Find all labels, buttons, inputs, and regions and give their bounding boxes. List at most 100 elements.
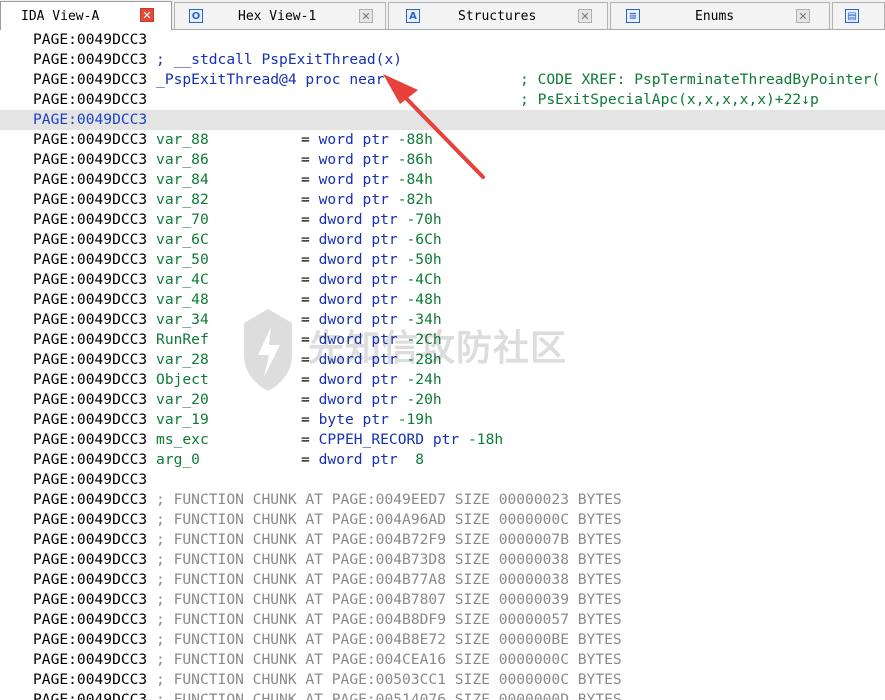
listing-line[interactable]: PAGE:0049DCC3 ; FUNCTION CHUNK AT PAGE:0… [33, 630, 622, 650]
equals-sign: = [301, 331, 310, 348]
var-offset: 8 [406, 451, 425, 468]
listing-line[interactable]: PAGE:0049DCC3 ; FUNCTION CHUNK AT PAGE:0… [33, 530, 622, 550]
stack-var-name[interactable]: Object [156, 370, 301, 390]
function-chunk-comment[interactable]: ; FUNCTION CHUNK AT PAGE:00503CC1 SIZE 0… [156, 671, 622, 688]
function-chunk-comment[interactable]: ; FUNCTION CHUNK AT PAGE:004CEA16 SIZE 0… [156, 651, 622, 668]
var-offset: -24h [406, 371, 442, 388]
stack-var-name[interactable]: var_86 [156, 150, 301, 170]
function-chunk-comment[interactable]: ; FUNCTION CHUNK AT PAGE:004B8DF9 SIZE 0… [156, 611, 622, 628]
address: PAGE:0049DCC3 [33, 511, 148, 528]
hex-view-icon: O [189, 9, 203, 23]
listing-line[interactable]: PAGE:0049DCC3 var_4C = dword ptr -4Ch [33, 270, 442, 290]
listing-line[interactable]: PAGE:0049DCC3 var_86 = word ptr -86h [33, 150, 433, 170]
proc-label[interactable]: _PspExitThread@4 proc near [156, 71, 384, 88]
xref-comment[interactable]: ; PsExitSpecialApc(x,x,x,x,x)+22↓p [520, 90, 819, 110]
listing-line[interactable]: PAGE:0049DCC3 var_6C = dword ptr -6Ch [33, 230, 442, 250]
function-chunk-comment[interactable]: ; FUNCTION CHUNK AT PAGE:004B73D8 SIZE 0… [156, 551, 622, 568]
listing-line[interactable]: PAGE:0049DCC3 var_50 = dword ptr -50h [33, 250, 442, 270]
stack-var-name[interactable]: var_82 [156, 190, 301, 210]
close-icon[interactable]: ✕ [578, 9, 592, 23]
listing-line[interactable]: PAGE:0049DCC3 var_84 = word ptr -84h [33, 170, 433, 190]
listing-line[interactable]: PAGE:0049DCC3 ms_exc = CPPEH_RECORD ptr -… [33, 430, 503, 450]
function-chunk-comment[interactable]: ; FUNCTION CHUNK AT PAGE:004B7807 SIZE 0… [156, 591, 622, 608]
listing-line[interactable]: PAGE:0049DCC3 var_34 = dword ptr -34h [33, 310, 442, 330]
listing-line[interactable]: PAGE:0049DCC3 ; FUNCTION CHUNK AT PAGE:0… [33, 670, 622, 690]
tab-more[interactable]: ▤ [832, 2, 885, 29]
var-offset: -28h [406, 351, 442, 368]
var-type: word ptr [318, 151, 389, 168]
tab-bar: IDA View-A ✕ O Hex View-1 ✕ A Structures… [0, 0, 885, 30]
listing-line[interactable]: PAGE:0049DCC3 var_48 = dword ptr -48h [33, 290, 442, 310]
stack-var-name[interactable]: var_50 [156, 250, 301, 270]
listing-line[interactable]: PAGE:0049DCC3 [33, 470, 147, 490]
address: PAGE:0049DCC3 [33, 391, 148, 408]
listing-line[interactable]: PAGE:0049DCC3 [33, 30, 147, 50]
listing-line[interactable]: PAGE:0049DCC3 var_82 = word ptr -82h [33, 190, 433, 210]
stack-var-name[interactable]: var_84 [156, 170, 301, 190]
listing-line[interactable]: PAGE:0049DCC3 var_20 = dword ptr -20h [33, 390, 442, 410]
listing-line[interactable]: PAGE:0049DCC3 RunRef = dword ptr -2Ch [33, 330, 442, 350]
stack-var-name[interactable]: var_70 [156, 210, 301, 230]
listing-line[interactable]: PAGE:0049DCC3 Object = dword ptr -24h [33, 370, 442, 390]
function-chunk-comment[interactable]: ; FUNCTION CHUNK AT PAGE:004B77A8 SIZE 0… [156, 571, 622, 588]
address: PAGE:0049DCC3 [33, 131, 148, 148]
listing-line[interactable]: PAGE:0049DCC3 ; PsExitSpecialApc(x,x,x,x,… [33, 90, 819, 110]
function-chunk-comment[interactable]: ; FUNCTION CHUNK AT PAGE:00514076 SIZE 0… [156, 691, 622, 700]
listing-line[interactable]: PAGE:0049DCC3 ; FUNCTION CHUNK AT PAGE:0… [33, 510, 622, 530]
close-icon[interactable]: ✕ [796, 9, 810, 23]
listing-line[interactable]: PAGE:0049DCC3 var_19 = byte ptr -19h [33, 410, 433, 430]
close-icon[interactable]: ✕ [140, 8, 154, 22]
listing-line[interactable]: PAGE:0049DCC3 ; FUNCTION CHUNK AT PAGE:0… [33, 610, 622, 630]
var-offset: -2Ch [406, 331, 442, 348]
equals-sign: = [301, 351, 310, 368]
var-type: dword ptr [318, 211, 398, 228]
listing-line[interactable]: PAGE:0049DCC3 _PspExitThread@4 proc near… [33, 70, 880, 90]
listing-line[interactable]: PAGE:0049DCC3 ; FUNCTION CHUNK AT PAGE:0… [33, 650, 622, 670]
stack-var-name[interactable]: var_4C [156, 270, 301, 290]
stack-var-name[interactable]: arg_0 [156, 450, 301, 470]
var-type: dword ptr [318, 351, 398, 368]
equals-sign: = [301, 371, 310, 388]
function-chunk-comment[interactable]: ; FUNCTION CHUNK AT PAGE:0049EED7 SIZE 0… [156, 491, 622, 508]
stack-var-name[interactable]: RunRef [156, 330, 301, 350]
address: PAGE:0049DCC3 [33, 571, 148, 588]
address: PAGE:0049DCC3 [33, 471, 148, 488]
tab-enums[interactable]: ≡ Enums ✕ [610, 2, 830, 29]
stack-var-name[interactable]: var_20 [156, 390, 301, 410]
xref-comment[interactable]: ; CODE XREF: PspTerminateThreadByPointer… [520, 70, 880, 90]
listing-line[interactable]: PAGE:0049DCC3 ; FUNCTION CHUNK AT PAGE:0… [33, 690, 622, 700]
function-chunk-comment[interactable]: ; FUNCTION CHUNK AT PAGE:004B72F9 SIZE 0… [156, 531, 622, 548]
listing-line[interactable]: PAGE:0049DCC3 ; FUNCTION CHUNK AT PAGE:0… [33, 570, 622, 590]
listing-line[interactable]: PAGE:0049DCC3 var_88 = word ptr -88h [33, 130, 433, 150]
listing-line[interactable]: PAGE:0049DCC3 ; FUNCTION CHUNK AT PAGE:0… [33, 550, 622, 570]
function-chunk-comment[interactable]: ; FUNCTION CHUNK AT PAGE:004B8E72 SIZE 0… [156, 631, 622, 648]
address: PAGE:0049DCC3 [33, 71, 148, 88]
stack-var-name[interactable]: var_6C [156, 230, 301, 250]
stack-var-name[interactable]: var_48 [156, 290, 301, 310]
address: PAGE:0049DCC3 [33, 31, 148, 48]
stack-var-name[interactable]: var_28 [156, 350, 301, 370]
listing-line[interactable]: PAGE:0049DCC3 ; __stdcall PspExitThread(… [33, 50, 402, 70]
listing-line[interactable]: PAGE:0049DCC3 ; FUNCTION CHUNK AT PAGE:0… [33, 490, 622, 510]
listing-line[interactable]: PAGE:0049DCC3 [0, 110, 885, 130]
listing-line[interactable]: PAGE:0049DCC3 ; FUNCTION CHUNK AT PAGE:0… [33, 590, 622, 610]
stack-var-name[interactable]: ms_exc [156, 430, 301, 450]
stack-var-name[interactable]: var_34 [156, 310, 301, 330]
tab-ida-view-a[interactable]: IDA View-A ✕ [0, 1, 172, 30]
var-type: dword ptr [318, 231, 398, 248]
stack-var-name[interactable]: var_19 [156, 410, 301, 430]
listing-line[interactable]: PAGE:0049DCC3 var_28 = dword ptr -28h [33, 350, 442, 370]
var-type: dword ptr [318, 251, 398, 268]
close-icon[interactable]: ✕ [359, 9, 373, 23]
listing-line[interactable]: PAGE:0049DCC3 var_70 = dword ptr -70h [33, 210, 442, 230]
var-type: word ptr [318, 131, 389, 148]
disassembly-listing[interactable]: PAGE:0049DCC3 PAGE:0049DCC3 ; __stdcall P… [0, 30, 885, 700]
address: PAGE:0049DCC3 [33, 671, 148, 688]
tab-structures[interactable]: A Structures ✕ [388, 2, 608, 29]
listing-line[interactable]: PAGE:0049DCC3 arg_0 = dword ptr 8 [33, 450, 424, 470]
var-type: dword ptr [318, 311, 398, 328]
tab-hex-view-1[interactable]: O Hex View-1 ✕ [174, 2, 386, 29]
equals-sign: = [301, 271, 310, 288]
function-chunk-comment[interactable]: ; FUNCTION CHUNK AT PAGE:004A96AD SIZE 0… [156, 511, 622, 528]
stack-var-name[interactable]: var_88 [156, 130, 301, 150]
